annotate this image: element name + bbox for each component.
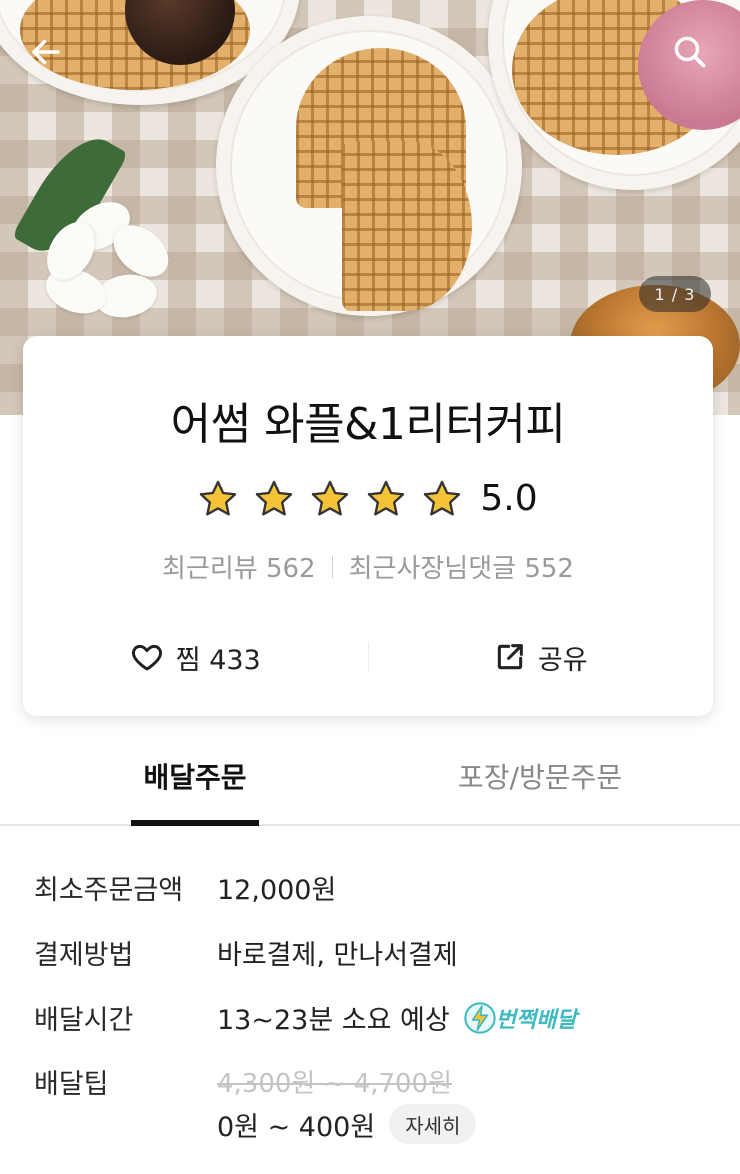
min-order-value: 12,000원 [217,875,337,906]
recent-owner-replies[interactable]: 최근사장님댓글 552 [349,548,574,585]
share-icon [497,644,523,670]
quick-delivery-badge: 번쩍배달 [464,1001,577,1034]
min-order-row: 최소주문금액 12,000원 [34,868,336,907]
rating-row: 5.0 [23,478,713,519]
order-type-tabs: 배달주문 포장/방문주문 [0,756,740,826]
payment-label: 결제방법 [34,940,134,971]
delivery-tip-discount-row: 0원 ~ 400원 자세히 [217,1104,477,1144]
star-icon [256,480,293,515]
arrow-left-icon [32,39,60,65]
heart-icon [131,644,162,671]
back-button[interactable] [22,28,70,76]
star-icon [368,480,405,515]
star-icon [312,480,349,515]
delivery-time-row: 배달시간 13~23분 소요 예상 번쩍배달 [34,998,577,1037]
tab-pickup-order[interactable]: 포장/방문주문 [452,756,628,824]
store-card: 어썸 와플&1리터커피 5.0 최근리뷰 562 최근사장님댓글 552 찜 4… [23,336,713,716]
payment-value: 바로결제, 만나서결제 [217,940,458,971]
flower [37,192,179,330]
divider [331,555,333,578]
rating-value: 5.0 [480,478,538,519]
star-icon [424,480,461,515]
image-pager: 1 / 3 [639,276,711,312]
star-icon [200,480,237,515]
delivery-tip-row: 배달팁 4,300원 ~ 4,700원 [34,1062,452,1101]
payment-row: 결제방법 바로결제, 만나서결제 [34,933,458,972]
store-name: 어썸 와플&1리터커피 [170,399,566,450]
search-icon [674,36,706,68]
delivery-tip-original: 4,300원 ~ 4,700원 [217,1069,453,1099]
favorite-count: 찜 433 [175,644,261,676]
recent-reviews[interactable]: 최근리뷰 562 [162,548,316,585]
share-label: 공유 [537,644,588,676]
plate [216,16,522,316]
waffle [342,141,472,311]
delivery-tip-detail-button[interactable]: 자세히 [389,1104,477,1144]
favorite-button[interactable]: 찜 433 [23,638,368,677]
star-rating [198,479,462,519]
delivery-time-label: 배달시간 [34,1005,134,1036]
delivery-time-value: 13~23분 소요 예상 [217,1005,450,1036]
delivery-tip-value: 0원 ~ 400원 [217,1111,376,1143]
delivery-tip-label: 배달팁 [34,1069,109,1100]
min-order-label: 최소주문금액 [34,875,184,906]
action-row: 찜 433 공유 [23,630,713,684]
quick-delivery-label: 번쩍배달 [495,1007,577,1033]
review-summary[interactable]: 최근리뷰 562 최근사장님댓글 552 [23,548,713,585]
share-button[interactable]: 공유 [369,638,714,677]
search-button[interactable] [666,28,714,76]
lightning-icon [464,1001,496,1034]
tab-delivery-order[interactable]: 배달주문 [131,756,259,826]
